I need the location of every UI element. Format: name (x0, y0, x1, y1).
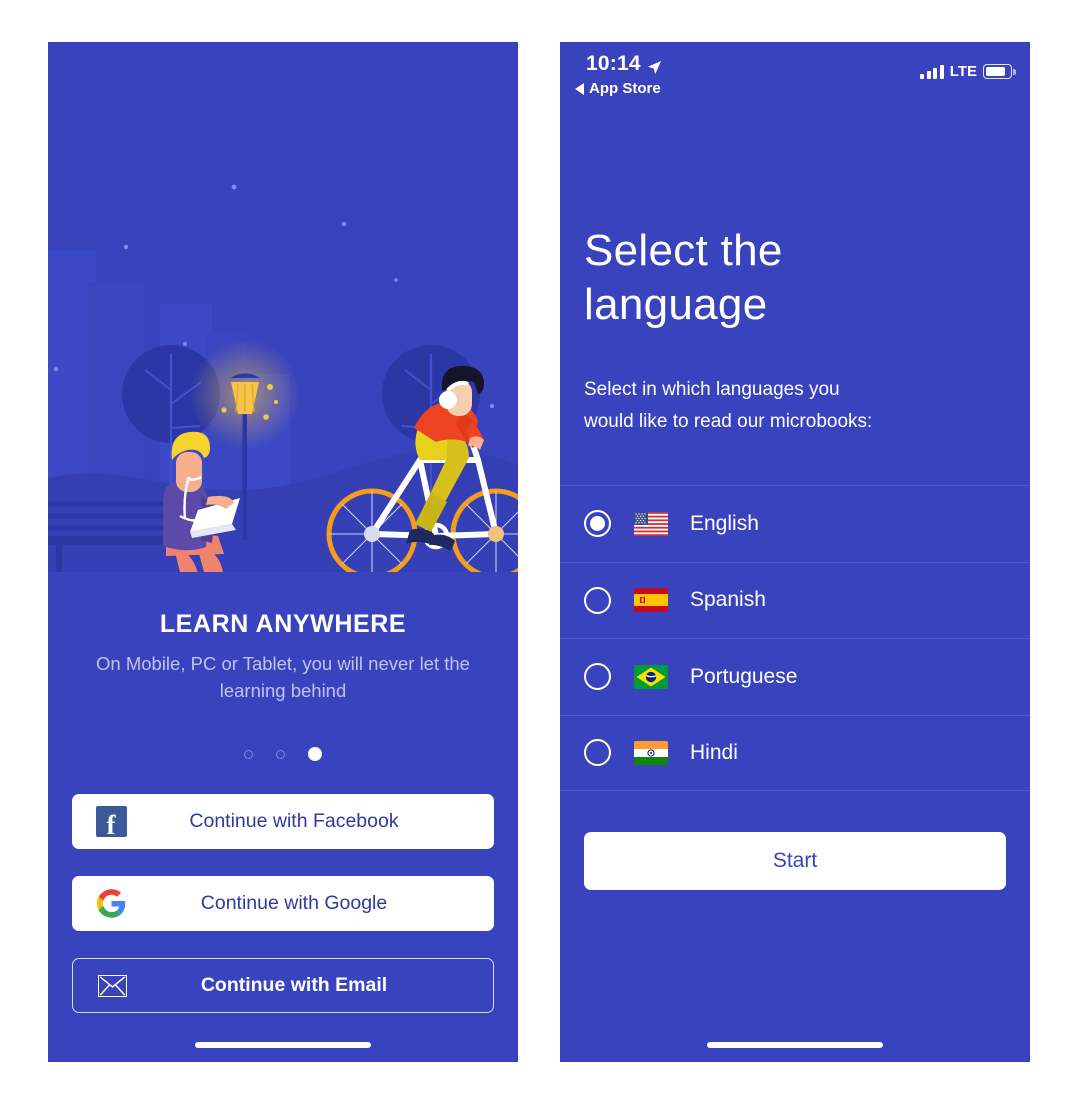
screenshot-canvas: 10:14 App Store LTE (0, 0, 1077, 1102)
flag-in-icon (634, 740, 668, 765)
language-list: English Spanish Portuguese Hindi (560, 485, 1030, 791)
signal-bars-icon (920, 64, 944, 79)
continue-with-facebook-label: Continue with Facebook (189, 810, 399, 832)
triangle-left-icon (575, 82, 584, 95)
page-title-line2: language (584, 280, 768, 329)
page-title-line1: Select the (584, 226, 783, 275)
language-label-english: English (690, 511, 759, 535)
language-label-spanish: Spanish (690, 588, 766, 612)
location-arrow-icon (647, 57, 662, 74)
flag-us-icon (634, 511, 668, 536)
page-subtitle: Select in which languages you would like… (584, 374, 994, 438)
radio-button-hindi[interactable] (584, 739, 611, 767)
onboarding-screen: 10:14 App Store LTE (48, 42, 518, 1062)
envelope-icon (95, 969, 129, 1003)
pager-dot-1[interactable] (244, 749, 253, 759)
flag-br-icon (634, 664, 668, 689)
onboarding-illustration (48, 42, 518, 621)
language-option-spanish[interactable]: Spanish (560, 561, 1030, 639)
start-button[interactable]: Start (584, 832, 1006, 890)
language-option-hindi[interactable]: Hindi (560, 714, 1030, 791)
radio-button-portuguese[interactable] (584, 663, 611, 691)
continue-with-facebook-button[interactable]: Continue with Facebook (72, 794, 494, 849)
facebook-icon (94, 805, 128, 841)
continue-with-email-label: Continue with Email (200, 974, 388, 996)
page-subtitle-line1: Select in which languages you (584, 379, 840, 400)
status-bar: 10:14 App Store LTE (560, 42, 1030, 110)
back-to-app-store-link[interactable]: App Store (575, 80, 661, 97)
radio-button-english[interactable] (584, 510, 611, 538)
google-icon (94, 887, 128, 921)
page-title: LEARN ANYWHERE (159, 610, 407, 638)
continue-with-email-button[interactable]: Continue with Email (72, 958, 494, 1013)
page-title: Select the language (584, 224, 984, 332)
pager-dot-2[interactable] (276, 749, 285, 759)
language-option-portuguese[interactable]: Portuguese (560, 638, 1030, 715)
page-subtitle-line2: would like to read our microbooks: (584, 411, 873, 432)
back-label: App Store (589, 80, 661, 97)
continue-with-google-label: Continue with Google (200, 892, 388, 914)
start-button-label: Start (772, 849, 818, 872)
network-label: LTE (949, 63, 977, 80)
page-subtitle: On Mobile, PC or Tablet, you will never … (96, 653, 470, 701)
continue-with-google-button[interactable]: Continue with Google (72, 876, 494, 931)
pager-dot-3[interactable] (308, 747, 322, 761)
language-label-hindi: Hindi (690, 740, 738, 764)
language-label-portuguese: Portuguese (690, 664, 798, 688)
status-bar-time-group: 10:14 (586, 52, 662, 76)
radio-button-spanish[interactable] (584, 586, 611, 614)
pager-dots[interactable] (48, 747, 518, 761)
battery-icon (983, 64, 1016, 79)
home-indicator[interactable] (195, 1042, 371, 1048)
home-indicator[interactable] (707, 1042, 883, 1048)
language-selection-screen: 10:14 App Store LTE Select the language … (560, 42, 1030, 1062)
status-bar-indicators: LTE (920, 63, 1016, 80)
flag-es-icon (634, 588, 668, 613)
language-option-english[interactable]: English (560, 485, 1030, 562)
status-bar-time: 10:14 (586, 52, 641, 75)
